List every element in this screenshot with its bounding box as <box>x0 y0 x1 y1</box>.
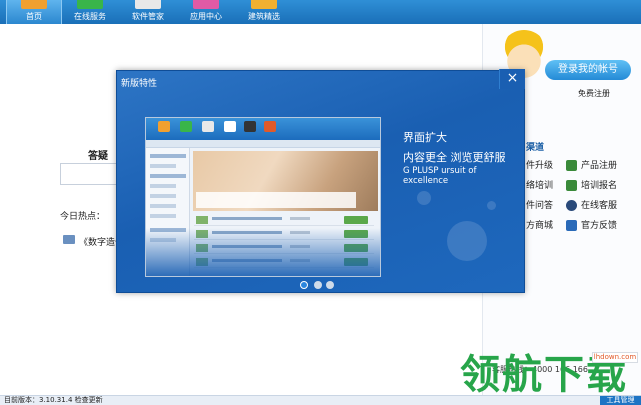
nav-online-service[interactable]: 在线服务 <box>62 0 118 24</box>
new-features-dialog: 新版特性 界面扩大 内容更全 浏览更舒服 G PLUSP ursuit of e… <box>116 70 525 293</box>
nav-online-service-label: 在线服务 <box>74 12 106 21</box>
preview-home-icon <box>158 121 170 132</box>
login-button[interactable]: 登录我的帐号 <box>545 60 631 80</box>
decor-bubble <box>417 191 431 205</box>
preview-software-icon <box>202 121 214 132</box>
site-watermark: 领航下载 <box>460 352 628 398</box>
feature-preview-image <box>145 117 381 277</box>
dialog-title: 新版特性 <box>121 79 158 89</box>
service-product-register[interactable]: 产品注册 <box>581 160 617 172</box>
slide-dot-2[interactable] <box>314 281 322 289</box>
promo-line-2: 内容更全 浏览更舒服 <box>403 151 506 164</box>
preview-side-row <box>150 154 186 158</box>
nav-home-label: 首页 <box>26 12 42 21</box>
app-center-icon <box>193 0 219 9</box>
version-status[interactable]: 目前版本：3.10.31.4 检查更新 <box>4 396 103 405</box>
watermark-url: lhdown.com <box>592 352 638 363</box>
building-picks-icon <box>251 0 277 9</box>
tool-manager-button[interactable]: 工具管理 <box>600 396 641 405</box>
preview-box-icon <box>264 121 276 132</box>
preview-side-row <box>150 214 176 218</box>
promo-line-3: G PLUSP ursuit of excellence <box>403 166 477 186</box>
decor-bubble <box>487 201 496 210</box>
preview-banner-strip <box>196 192 356 208</box>
register-link[interactable]: 免费注册 <box>578 88 610 99</box>
nav-app-center[interactable]: 应用中心 <box>178 0 234 24</box>
service-online-support[interactable]: 在线客服 <box>581 200 617 212</box>
service-online-training[interactable]: 络培训 <box>526 180 553 192</box>
nav-building-picks-label: 建筑精选 <box>248 12 280 21</box>
nav-home[interactable]: 首页 <box>6 0 62 24</box>
feedback-icon <box>566 220 577 231</box>
preview-fade <box>146 228 380 276</box>
slide-dot-1[interactable] <box>300 281 308 289</box>
service-qa[interactable]: 件问答 <box>526 200 553 212</box>
top-navigation-bar: 首页 在线服务 软件管家 应用中心 建筑精选 <box>0 0 641 24</box>
decor-bubble <box>447 221 487 261</box>
preview-side-row <box>150 164 176 168</box>
home-icon <box>21 0 47 9</box>
preview-toolbar <box>146 118 380 140</box>
slide-dot-3[interactable] <box>326 281 334 289</box>
training-signup-icon <box>566 180 577 191</box>
preview-side-row <box>150 194 176 198</box>
preview-side-row <box>150 174 186 178</box>
promo-line-1: 界面扩大 <box>403 131 447 144</box>
services-heading: 渠道 <box>526 143 545 153</box>
preview-side-row <box>150 184 176 188</box>
nav-software-manager[interactable]: 软件管家 <box>120 0 176 24</box>
preview-service-icon <box>180 121 192 132</box>
qa-label: 答疑 <box>88 151 108 162</box>
preview-address-bar <box>146 140 380 148</box>
nav-app-center-label: 应用中心 <box>190 12 222 21</box>
close-icon[interactable]: × <box>499 69 525 89</box>
nav-software-manager-label: 软件管家 <box>132 12 164 21</box>
preview-grad-icon <box>244 121 256 132</box>
software-manager-icon <box>135 0 161 9</box>
status-bar: 目前版本：3.10.31.4 检查更新 工具管理 <box>0 395 641 405</box>
online-service-icon <box>77 0 103 9</box>
nav-building-picks[interactable]: 建筑精选 <box>236 0 292 24</box>
preview-side-row <box>150 204 176 208</box>
preview-doc-icon <box>224 121 236 132</box>
preview-list-row <box>194 214 374 226</box>
support-icon <box>566 200 577 211</box>
monitor-icon <box>63 235 75 244</box>
service-official-feedback[interactable]: 官方反馈 <box>581 220 617 232</box>
register-icon <box>566 160 577 171</box>
service-official-store[interactable]: 方商城 <box>526 220 553 232</box>
service-training-signup[interactable]: 培训报名 <box>581 180 617 192</box>
hot-topics-label: 今日热点： <box>60 212 106 222</box>
qa-search-input[interactable] <box>60 163 120 185</box>
service-upgrade[interactable]: 件升级 <box>526 160 553 172</box>
